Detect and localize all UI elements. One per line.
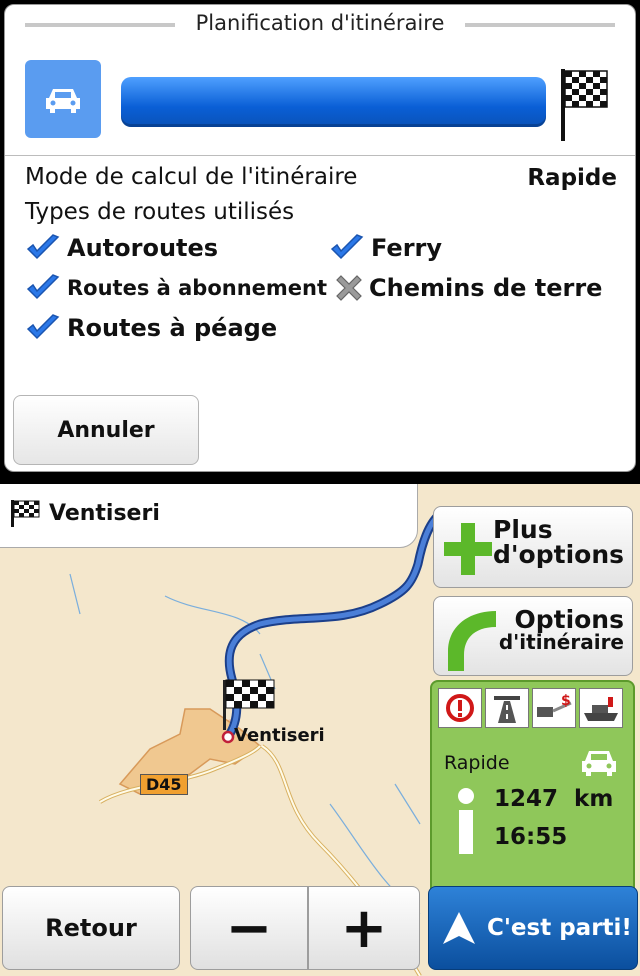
- checkered-flag-icon: [561, 69, 608, 141]
- road-type-label: Autoroutes: [67, 234, 219, 262]
- route-planning-dialog: Planification d'itinéraire Mode de calcu…: [4, 4, 636, 472]
- check-icon: [26, 274, 60, 300]
- vehicle-mode-button[interactable]: [25, 60, 101, 138]
- svg-text:$: $: [561, 693, 571, 709]
- calc-mode-value: Rapide: [527, 165, 617, 191]
- car-icon: [582, 751, 616, 776]
- destination-name: Ventiseri: [49, 500, 160, 526]
- toll-road-icon: $: [532, 688, 576, 728]
- zoom-out-button[interactable]: −: [190, 886, 308, 970]
- ferry-icon: [579, 688, 623, 728]
- road-types-label: Types de routes utilisés: [25, 199, 295, 225]
- dialog-title-row: Planification d'itinéraire: [5, 5, 635, 45]
- place-label-ventiseri: Ventiseri: [234, 725, 325, 746]
- cancel-button[interactable]: Annuler: [13, 395, 199, 465]
- zoom-in-button[interactable]: +: [308, 886, 420, 970]
- dialog-title: Planification d'itinéraire: [5, 11, 635, 35]
- route-warning-icons: $: [438, 688, 623, 728]
- route-eta: 16:55: [494, 824, 568, 850]
- navigation-arrow-icon: [443, 912, 475, 944]
- route-options-label: Options d'itinéraire: [498, 605, 624, 654]
- divider: [5, 155, 635, 156]
- road-type-ferry: Ferry: [329, 234, 442, 262]
- map-view[interactable]: Ventiseri D45 Ventiseri Plus d'options O…: [0, 484, 640, 976]
- motorway-icon: [485, 688, 529, 728]
- route-calculation-progress-bar: [121, 77, 546, 127]
- car-icon: [46, 89, 80, 113]
- route-options-button[interactable]: Options d'itinéraire: [433, 596, 633, 676]
- check-icon: [26, 314, 60, 340]
- plus-icon: [444, 523, 492, 575]
- cross-icon: [336, 275, 362, 301]
- check-icon: [26, 234, 60, 260]
- warning-icon: [438, 688, 482, 728]
- road-type-subscription-roads: Routes à abonnement: [25, 274, 327, 302]
- road-number-tag: D45: [140, 774, 188, 795]
- route-curve-icon: [448, 611, 496, 671]
- check-icon: [330, 234, 364, 260]
- road-type-label: Routes à abonnement: [67, 276, 328, 300]
- go-label: C'est parti!: [487, 915, 632, 941]
- road-type-toll-roads: Routes à péage: [25, 314, 277, 342]
- destination-bar: Ventiseri: [0, 484, 418, 548]
- more-options-button[interactable]: Plus d'options: [433, 506, 633, 588]
- calc-mode-label: Mode de calcul de l'itinéraire: [25, 164, 358, 190]
- more-options-label: Plus d'options: [493, 515, 624, 569]
- road-type-dirt-roads: Chemins de terre: [335, 274, 602, 302]
- info-icon: [458, 788, 474, 854]
- checkered-flag-icon: [11, 500, 40, 527]
- road-type-label: Ferry: [371, 234, 443, 262]
- back-button[interactable]: Retour: [2, 886, 180, 970]
- road-type-motorways: Autoroutes: [25, 234, 218, 262]
- road-type-label: Routes à péage: [67, 314, 278, 342]
- road-type-label: Chemins de terre: [369, 274, 603, 302]
- go-button[interactable]: C'est parti!: [428, 886, 638, 970]
- route-mode-text: Rapide: [444, 752, 510, 774]
- route-distance: 1247 km: [494, 786, 614, 812]
